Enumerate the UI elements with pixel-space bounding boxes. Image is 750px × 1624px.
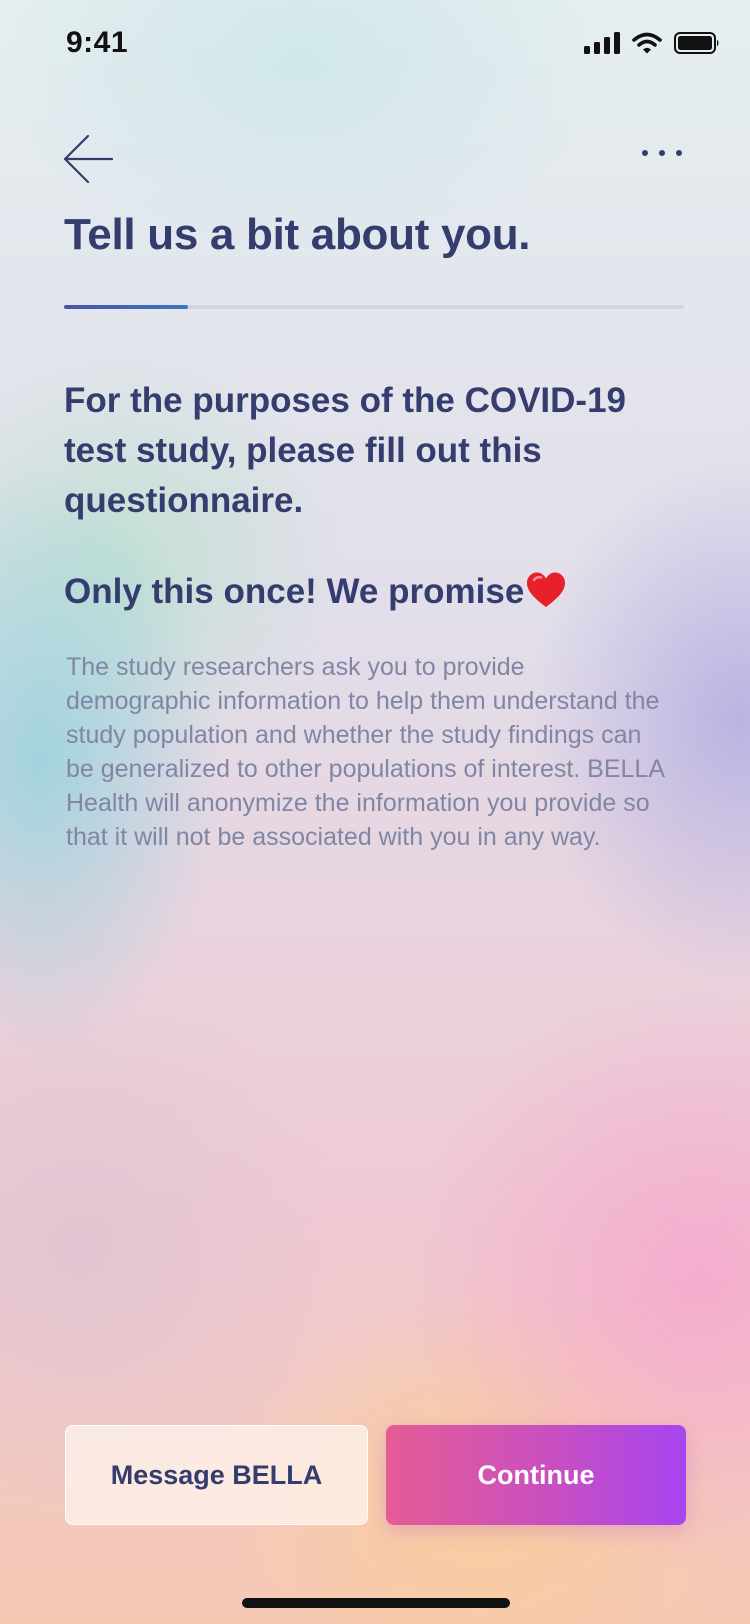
heart-icon xyxy=(527,572,566,607)
message-bella-label: Message BELLA xyxy=(110,1459,323,1490)
cellular-signal-icon xyxy=(584,32,620,54)
progress-bar xyxy=(64,305,684,309)
more-horizontal-icon[interactable] xyxy=(640,146,684,160)
progress-fill xyxy=(64,305,188,309)
battery-icon xyxy=(674,32,719,54)
wifi-icon xyxy=(632,32,662,54)
page-title: Tell us a bit about you. xyxy=(64,210,531,259)
status-time: 9:41 xyxy=(66,26,129,59)
arrow-left-icon[interactable] xyxy=(62,132,114,186)
message-bella-button[interactable]: Message BELLA xyxy=(65,1425,368,1525)
promise-text: Only this once! We promise xyxy=(64,572,525,611)
promise-heading: Only this once! We promise xyxy=(64,567,567,617)
home-indicator xyxy=(242,1598,510,1608)
study-subtitle: For the purposes of the COVID-19 test st… xyxy=(64,381,626,520)
continue-label: Continue xyxy=(477,1459,595,1490)
status-icons xyxy=(584,32,720,54)
study-description: The study researchers ask you to provide… xyxy=(66,653,664,851)
continue-button[interactable]: Continue xyxy=(386,1425,686,1525)
